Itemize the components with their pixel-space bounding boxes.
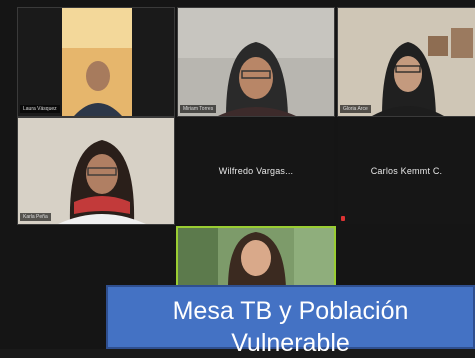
banner-title-line1: Mesa TB y Población: [172, 297, 409, 325]
participant-tile[interactable]: Laura Vásquez: [17, 7, 175, 117]
participant-name-label: Karla Peña: [20, 213, 51, 221]
participant-tile[interactable]: Karla Peña: [17, 117, 175, 225]
participant-video: [18, 8, 174, 116]
participant-tile[interactable]: Carlos Kemmt C.: [338, 118, 475, 224]
participant-name-label: Laura Vásquez: [20, 105, 60, 113]
participant-video: [338, 8, 475, 116]
participant-name: Carlos Kemmt C.: [370, 166, 443, 176]
banner-title-line2: Vulnerable: [231, 329, 350, 357]
participant-tile[interactable]: Miriam Torres: [177, 7, 335, 117]
participant-video: [178, 228, 334, 288]
participant-video: [178, 8, 334, 116]
participant-name: Wilfredo Vargas...: [218, 166, 294, 176]
participant-video: [18, 118, 174, 224]
title-banner: Mesa TB y Población Vulnerable: [106, 285, 475, 357]
participant-name-label: Miriam Torres: [180, 105, 217, 113]
participant-tile-active[interactable]: [176, 226, 336, 290]
participant-name-label: Gloria Arce: [340, 105, 371, 113]
participant-tile[interactable]: Gloria Arce: [337, 7, 475, 117]
muted-mic-icon: [341, 216, 345, 221]
participant-tile[interactable]: Wilfredo Vargas...: [178, 118, 334, 224]
